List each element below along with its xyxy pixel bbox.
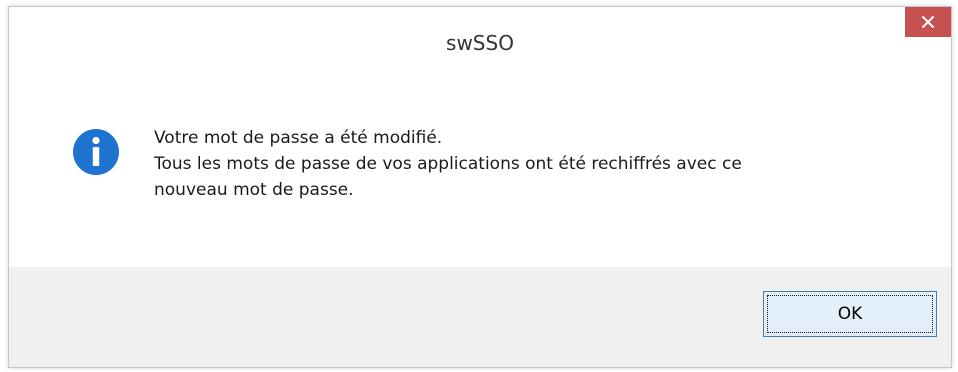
close-button[interactable] (905, 7, 951, 37)
message-text: Votre mot de passe a été modifié. Tous l… (154, 125, 742, 203)
info-icon (73, 129, 119, 175)
message-dialog: swSSO Votre mot de passe a été modifié. … (8, 6, 952, 368)
message-line-1: Votre mot de passe a été modifié. (154, 128, 443, 148)
window-title: swSSO (446, 31, 514, 55)
message-line-2: Tous les mots de passe de vos applicatio… (154, 154, 742, 174)
ok-button[interactable]: OK (763, 291, 937, 337)
title-bar[interactable]: swSSO (9, 7, 951, 75)
button-bar: OK (9, 267, 951, 367)
message-line-3: nouveau mot de passe. (154, 180, 354, 200)
ok-button-label: OK (837, 304, 863, 324)
message-area: Votre mot de passe a été modifié. Tous l… (9, 75, 951, 267)
close-icon (922, 16, 934, 28)
